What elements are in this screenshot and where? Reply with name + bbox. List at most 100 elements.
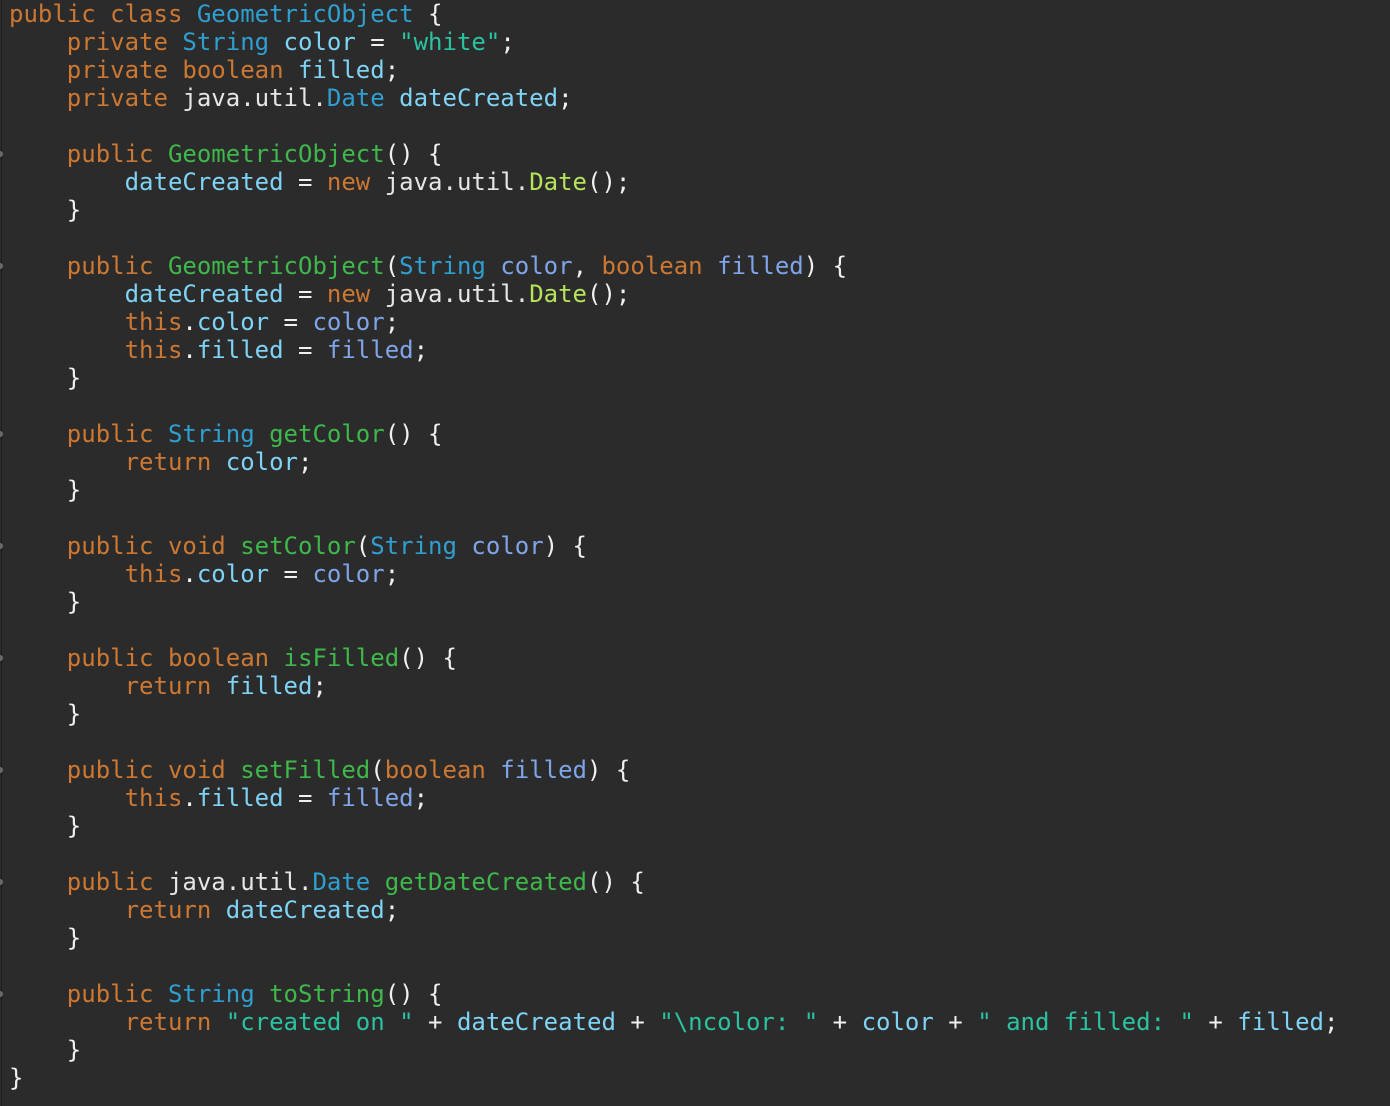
code-token: ;	[312, 672, 327, 700]
code-token: ;	[413, 336, 429, 364]
code-line[interactable]: }	[9, 588, 1338, 616]
code-line[interactable]: this.color = color;	[9, 308, 1338, 336]
code-token: String	[167, 980, 270, 1008]
code-line[interactable]: }	[9, 196, 1338, 224]
code-line[interactable]: public String toString() {	[9, 980, 1338, 1008]
code-line[interactable]: dateCreated = new java.util.Date();	[9, 280, 1338, 308]
code-line[interactable]	[9, 616, 1338, 644]
code-token: filled	[326, 336, 414, 364]
fold-marker-icon[interactable]	[0, 431, 3, 437]
code-token: +	[413, 1008, 457, 1036]
code-token: color	[861, 1008, 934, 1036]
code-token: " and filled: "	[977, 1008, 1194, 1036]
code-line[interactable]: public String getColor() {	[9, 420, 1338, 448]
code-line[interactable]: }	[9, 924, 1338, 952]
code-line[interactable]: }	[9, 700, 1338, 728]
code-token: color	[312, 308, 385, 336]
code-line[interactable]	[9, 840, 1338, 868]
code-token: new	[326, 280, 385, 308]
code-line[interactable]: public java.util.Date getDateCreated() {	[9, 868, 1338, 896]
code-token: public	[66, 252, 168, 280]
code-token: +	[933, 1008, 978, 1036]
code-line[interactable]: }	[9, 1064, 1338, 1092]
code-token: public	[66, 140, 168, 168]
fold-marker-icon[interactable]	[0, 655, 3, 661]
code-line[interactable]: this.color = color;	[9, 560, 1338, 588]
code-line[interactable]: dateCreated = new java.util.Date();	[9, 168, 1338, 196]
code-token: GeometricObject	[196, 0, 414, 28]
code-token: }	[66, 700, 82, 728]
fold-marker-icon[interactable]	[0, 151, 3, 157]
code-line[interactable]: public GeometricObject(String color, boo…	[9, 252, 1338, 280]
code-line[interactable]	[9, 112, 1338, 140]
fold-marker-icon[interactable]	[0, 991, 3, 997]
code-token: ();	[587, 168, 631, 196]
code-text-area[interactable]: public class GeometricObject { private S…	[9, 0, 1338, 1092]
code-line[interactable]: }	[9, 476, 1338, 504]
code-line[interactable]: public void setFilled(boolean filled) {	[9, 756, 1338, 784]
code-token: }	[66, 1036, 82, 1064]
code-token: public class	[9, 0, 197, 28]
code-line[interactable]	[9, 952, 1338, 980]
code-token: () {	[384, 140, 443, 168]
code-line[interactable]: return color;	[9, 448, 1338, 476]
code-token: dateCreated	[456, 1008, 616, 1036]
code-line[interactable]: private boolean filled;	[9, 56, 1338, 84]
code-line[interactable]	[9, 224, 1338, 252]
code-token: (	[370, 756, 385, 784]
code-token: public	[66, 980, 168, 1008]
code-token: (	[384, 252, 400, 280]
code-line[interactable]: }	[9, 364, 1338, 392]
code-line[interactable]: public boolean isFilled() {	[9, 644, 1338, 672]
code-token: setColor	[240, 532, 356, 560]
code-line[interactable]: }	[9, 1036, 1338, 1064]
code-token: () {	[399, 644, 457, 672]
fold-marker-icon[interactable]	[0, 263, 3, 269]
fold-marker-icon[interactable]	[0, 543, 3, 549]
code-line[interactable]: return filled;	[9, 672, 1338, 700]
code-line[interactable]: public GeometricObject() {	[9, 140, 1338, 168]
code-line[interactable]: private String color = "white";	[9, 28, 1338, 56]
code-token: ;	[384, 896, 400, 924]
code-line[interactable]: return "created on " + dateCreated + "\n…	[9, 1008, 1339, 1036]
code-token: }	[66, 364, 82, 392]
code-line[interactable]: }	[9, 812, 1338, 840]
code-token: =	[283, 784, 327, 812]
code-token: () {	[384, 980, 443, 1008]
code-line[interactable]	[9, 504, 1338, 532]
code-line[interactable]: return dateCreated;	[9, 896, 1338, 924]
code-editor[interactable]: public class GeometricObject { private S…	[0, 0, 1390, 1106]
code-line[interactable]	[9, 392, 1338, 420]
code-token: =	[283, 280, 327, 308]
code-token: public	[66, 420, 168, 448]
fold-marker-icon[interactable]	[0, 879, 3, 885]
code-token: +	[818, 1008, 862, 1036]
code-token: "created on "	[225, 1008, 414, 1036]
code-line[interactable]: this.filled = filled;	[9, 336, 1338, 364]
code-token: color	[283, 28, 356, 56]
code-token: +	[615, 1008, 660, 1036]
gutter-divider	[1, 0, 2, 1106]
code-line[interactable]: public class GeometricObject {	[9, 0, 1338, 28]
code-line[interactable]: this.filled = filled;	[9, 784, 1338, 812]
code-token: public	[66, 868, 168, 896]
code-line[interactable]: private java.util.Date dateCreated;	[9, 84, 1338, 112]
fold-marker-icon[interactable]	[0, 767, 3, 773]
code-line[interactable]: public void setColor(String color) {	[9, 532, 1338, 560]
code-line[interactable]	[9, 728, 1338, 756]
code-token: boolean	[601, 252, 718, 280]
code-token: boolean	[384, 756, 501, 784]
